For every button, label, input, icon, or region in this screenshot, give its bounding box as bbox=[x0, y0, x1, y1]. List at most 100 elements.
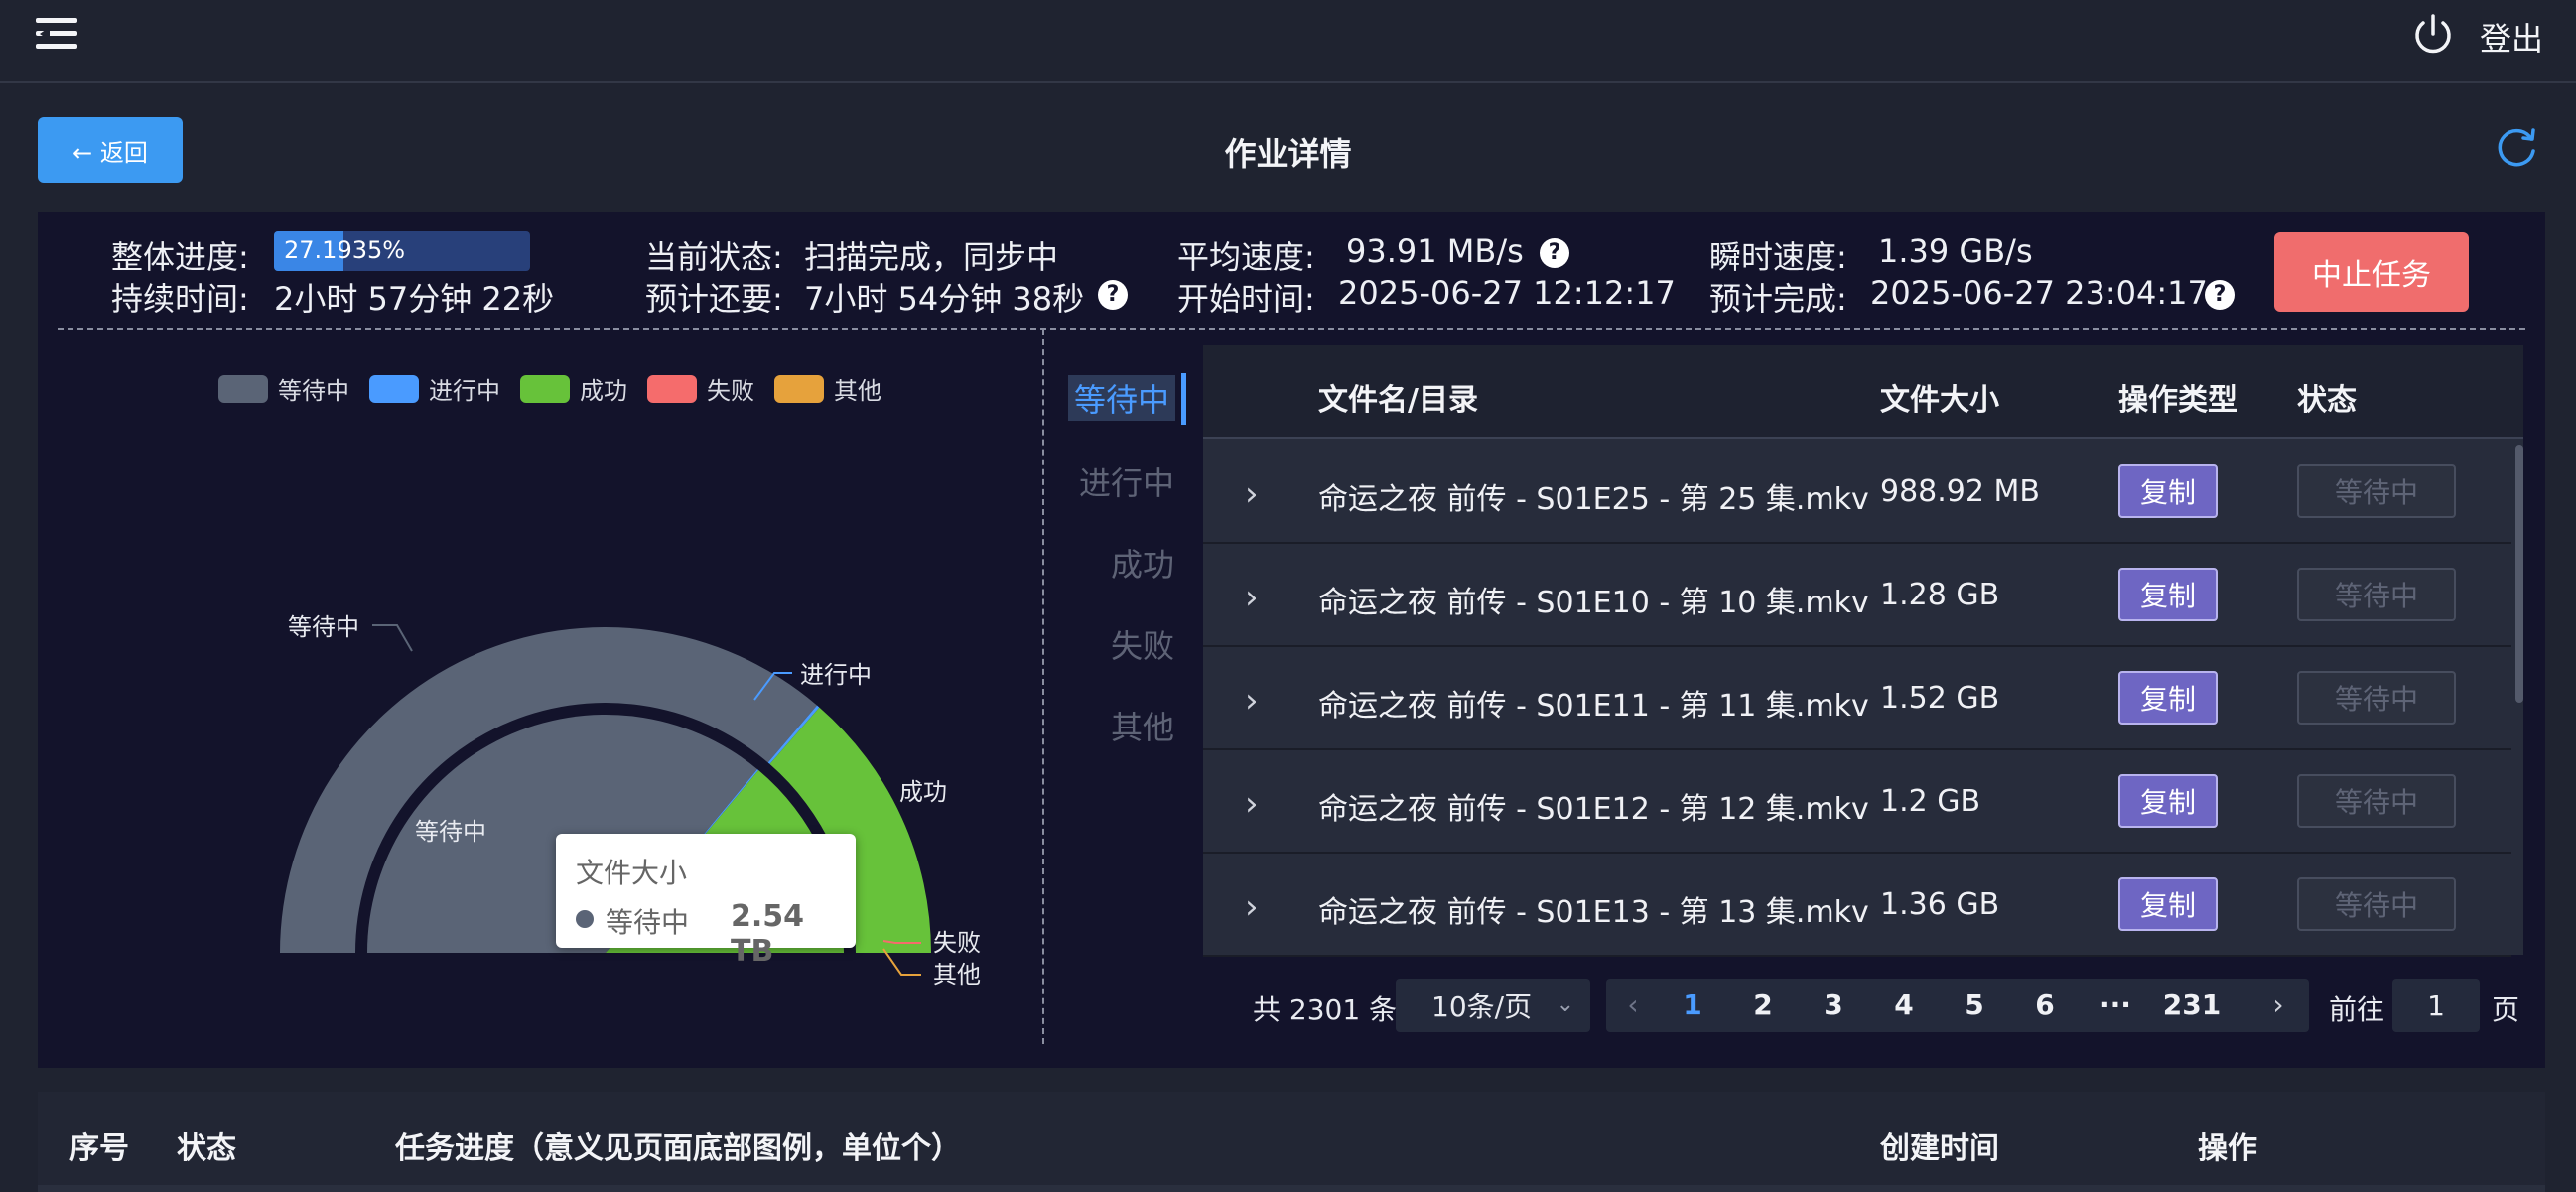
overall-progress-text: 27.1935% bbox=[284, 236, 406, 264]
chevron-down-icon: ⌄ bbox=[1556, 993, 1574, 1017]
stop-task-button[interactable]: 中止任务 bbox=[2274, 232, 2469, 312]
goto-page-input[interactable] bbox=[2392, 979, 2480, 1032]
menu-fold-icon[interactable] bbox=[36, 18, 77, 50]
table-row[interactable]: › 命运之夜 前传 - S01E25 - 第 25 集.mkv 988.92 M… bbox=[1203, 441, 2511, 544]
legend-label: 成功 bbox=[580, 377, 627, 405]
pagination: ‹ 1 2 3 4 5 6 ··· 231 › bbox=[1606, 979, 2309, 1032]
column-header-progress: 任务进度（意义见页面底部图例，单位个） bbox=[395, 1131, 961, 1166]
outer-slice-label: 成功 bbox=[899, 778, 947, 806]
op-type-tag: 复制 bbox=[2118, 877, 2218, 931]
tab-waiting[interactable]: 等待中 bbox=[1068, 375, 1176, 421]
page-4[interactable]: 4 bbox=[1879, 989, 1929, 1021]
top-bar: 登出 bbox=[0, 0, 2576, 83]
table-row[interactable]: › 命运之夜 前传 - S01E11 - 第 11 集.mkv 1.52 GB … bbox=[1203, 647, 2511, 750]
table-scrollbar[interactable] bbox=[2515, 445, 2523, 703]
page-size-select[interactable]: 10条/页 ⌄ bbox=[1396, 979, 1590, 1032]
table-row[interactable]: › 命运之夜 前传 - S01E10 - 第 10 集.mkv 1.28 GB … bbox=[1203, 544, 2511, 647]
eta-value: 2025-06-27 23:04:17 bbox=[1870, 274, 2208, 312]
op-type-tag: 复制 bbox=[2118, 671, 2218, 725]
remaining-help-icon[interactable]: ? bbox=[1098, 280, 1128, 310]
op-type-tag: 复制 bbox=[2118, 464, 2218, 518]
legend-item-failed[interactable]: 失败 bbox=[647, 371, 754, 406]
task-table-header: 序号 状态 任务进度（意义见页面底部图例，单位个） 创建时间 操作 bbox=[38, 1092, 2545, 1192]
column-header-status: 状态 bbox=[177, 1131, 236, 1166]
tooltip-value: 2.54 TB bbox=[731, 899, 805, 969]
prev-page-button[interactable]: ‹ bbox=[1608, 989, 1658, 1021]
column-header-name: 文件名/目录 bbox=[1318, 383, 1478, 418]
current-state-value: 扫描完成，同步中 bbox=[804, 238, 1059, 276]
file-name: 命运之夜 前传 - S01E25 - 第 25 集.mkv bbox=[1318, 482, 1869, 517]
file-name: 命运之夜 前传 - S01E13 - 第 13 集.mkv bbox=[1318, 895, 1869, 930]
status-tag: 等待中 bbox=[2297, 877, 2456, 931]
file-size: 1.36 GB bbox=[1880, 887, 2000, 922]
expand-chevron-icon[interactable]: › bbox=[1245, 474, 1259, 514]
instant-speed-value: 1.39 GB/s bbox=[1878, 232, 2033, 270]
file-name: 命运之夜 前传 - S01E11 - 第 11 集.mkv bbox=[1318, 689, 1869, 724]
table-row[interactable]: › 命运之夜 前传 - S01E12 - 第 12 集.mkv 1.2 GB 复… bbox=[1203, 750, 2511, 854]
refresh-icon[interactable] bbox=[2494, 125, 2539, 171]
eta-help-icon[interactable]: ? bbox=[2205, 280, 2235, 310]
tooltip-series: 等待中 bbox=[606, 906, 690, 939]
legend-swatch bbox=[369, 374, 419, 403]
avg-speed-label: 平均速度: bbox=[1177, 238, 1315, 276]
start-time-label: 开始时间: bbox=[1177, 280, 1315, 318]
expand-chevron-icon[interactable]: › bbox=[1245, 681, 1259, 721]
tooltip-title: 文件大小 bbox=[576, 857, 688, 889]
goto-label: 前往 bbox=[2329, 993, 2385, 1026]
overall-progress-bar: 27.1935% bbox=[274, 231, 530, 271]
inner-slice-label: 等待中 bbox=[415, 818, 486, 846]
page-5[interactable]: 5 bbox=[1950, 989, 1999, 1021]
page-more[interactable]: ··· bbox=[2091, 989, 2140, 1021]
avg-speed-help-icon[interactable]: ? bbox=[1540, 238, 1569, 268]
tab-in-progress[interactable]: 进行中 bbox=[1079, 459, 1174, 504]
next-page-button[interactable]: › bbox=[2253, 989, 2303, 1021]
page-6[interactable]: 6 bbox=[2020, 989, 2070, 1021]
page-size-value: 10条/页 bbox=[1431, 991, 1533, 1023]
label-leader-line bbox=[372, 624, 413, 652]
column-header-index: 序号 bbox=[69, 1131, 129, 1166]
legend-item-waiting[interactable]: 等待中 bbox=[218, 371, 349, 406]
eta-label: 预计完成: bbox=[1709, 280, 1847, 318]
legend-item-other[interactable]: 其他 bbox=[774, 371, 881, 406]
power-icon[interactable] bbox=[2410, 12, 2456, 58]
logout-button[interactable]: 登出 bbox=[2480, 14, 2543, 60]
page-1[interactable]: 1 bbox=[1668, 989, 1717, 1021]
column-header-size: 文件大小 bbox=[1880, 383, 1999, 418]
legend-swatch bbox=[774, 374, 824, 403]
expand-chevron-icon[interactable]: › bbox=[1245, 578, 1259, 617]
active-tab-indicator bbox=[1181, 373, 1186, 425]
page-2[interactable]: 2 bbox=[1738, 989, 1788, 1021]
file-size: 1.28 GB bbox=[1880, 578, 2000, 612]
expand-chevron-icon[interactable]: › bbox=[1245, 784, 1259, 824]
file-table-header: 文件名/目录 文件大小 操作类型 状态 bbox=[1203, 345, 2523, 439]
task-table-body bbox=[38, 1185, 2545, 1192]
remaining-label: 预计还要: bbox=[645, 280, 783, 318]
expand-chevron-icon[interactable]: › bbox=[1245, 887, 1259, 927]
tab-success[interactable]: 成功 bbox=[1111, 540, 1174, 586]
page-title: 作业详情 bbox=[1224, 135, 1352, 173]
page-3[interactable]: 3 bbox=[1809, 989, 1858, 1021]
legend-label: 等待中 bbox=[278, 377, 349, 405]
current-state-label: 当前状态: bbox=[645, 238, 783, 276]
legend-swatch bbox=[647, 374, 697, 403]
chart-tooltip: 文件大小 等待中 2.54 TB bbox=[556, 834, 856, 969]
outer-slice-label: 其他 bbox=[933, 961, 981, 989]
legend-swatch bbox=[520, 374, 570, 403]
tab-failed[interactable]: 失败 bbox=[1111, 621, 1174, 667]
table-row[interactable]: › 命运之夜 前传 - S01E13 - 第 13 集.mkv 1.36 GB … bbox=[1203, 854, 2511, 957]
status-tag: 等待中 bbox=[2297, 464, 2456, 518]
status-tag: 等待中 bbox=[2297, 774, 2456, 828]
outer-slice-label: 等待中 bbox=[288, 613, 359, 641]
remaining-value: 7小时 54分钟 38秒 bbox=[804, 280, 1085, 318]
file-table: 文件名/目录 文件大小 操作类型 状态 › 命运之夜 前传 - S01E25 -… bbox=[1203, 345, 2523, 957]
op-type-tag: 复制 bbox=[2118, 568, 2218, 621]
outer-slice-label: 进行中 bbox=[800, 661, 872, 689]
overall-progress-label: 整体进度: bbox=[111, 238, 249, 276]
legend-label: 失败 bbox=[707, 377, 754, 405]
tooltip-series-dot bbox=[576, 910, 594, 928]
start-time-value: 2025-06-27 12:12:17 bbox=[1338, 274, 1676, 312]
page-231[interactable]: 231 bbox=[2157, 989, 2227, 1021]
legend-item-success[interactable]: 成功 bbox=[520, 371, 627, 406]
tab-other[interactable]: 其他 bbox=[1111, 703, 1174, 748]
legend-item-in-progress[interactable]: 进行中 bbox=[369, 371, 500, 406]
